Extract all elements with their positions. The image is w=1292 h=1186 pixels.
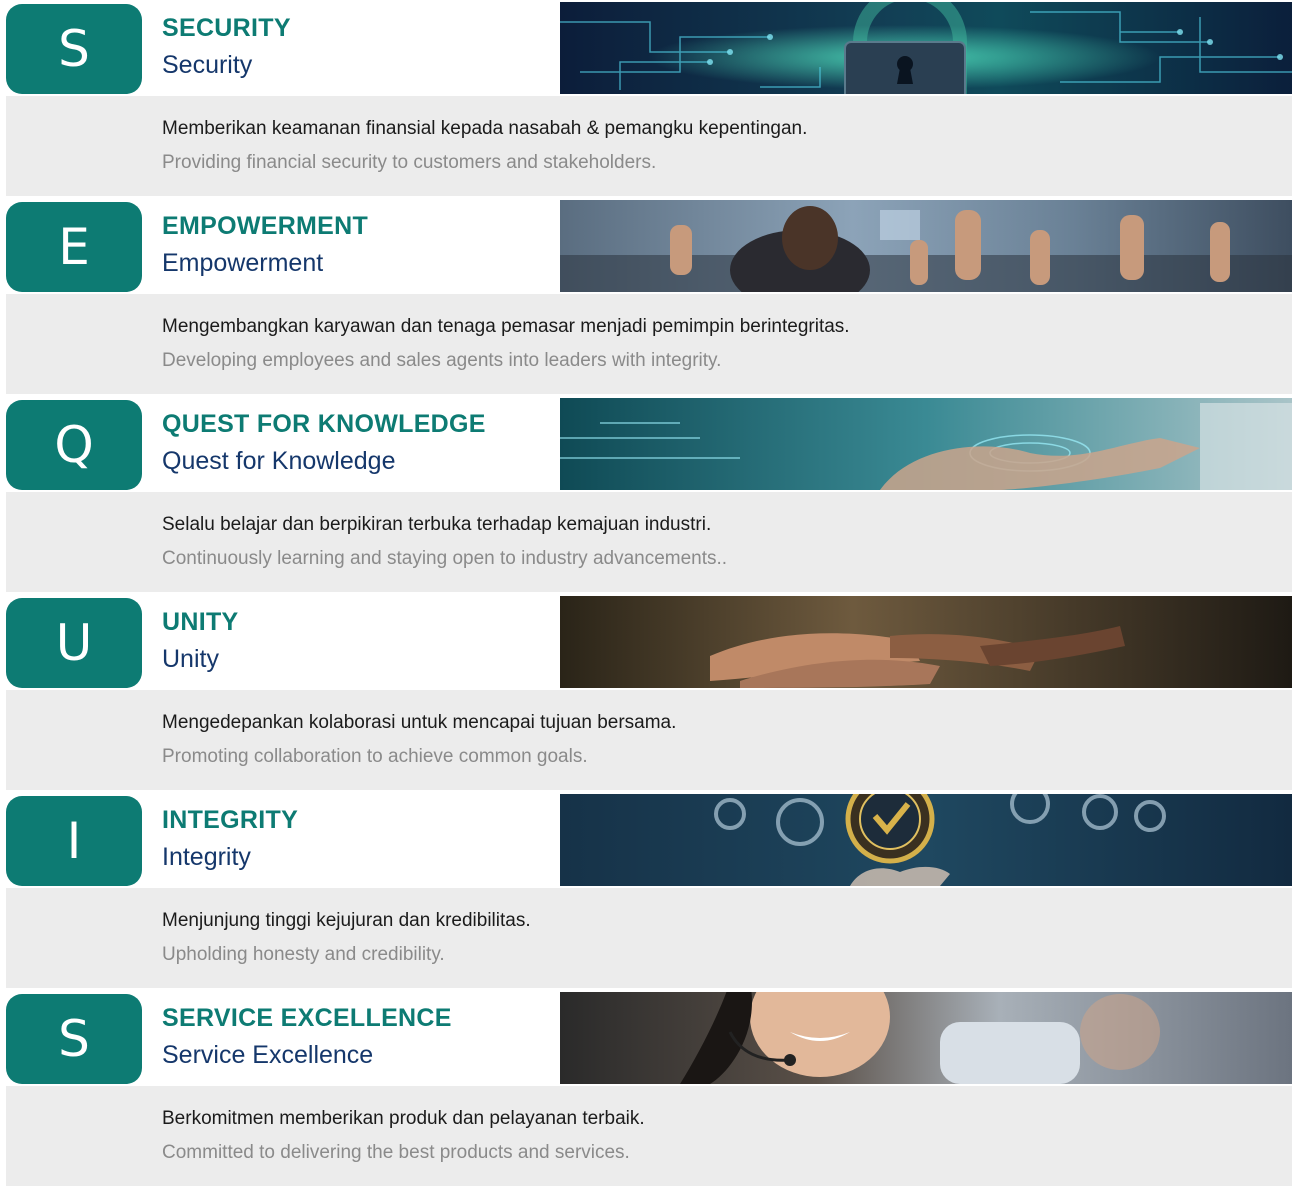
value-title-en: Service Excellence (162, 1041, 374, 1069)
value-description-id: Mengembangkan karyawan dan tenaga pemasa… (162, 316, 850, 337)
value-title-en: Unity (162, 645, 219, 673)
value-description-en: Committed to delivering the best product… (162, 1142, 630, 1163)
letter-badge: I (6, 796, 142, 886)
value-description-en: Providing financial security to customer… (162, 152, 657, 173)
value-description-panel: Mengembangkan karyawan dan tenaga pemasa… (6, 294, 1292, 394)
value-description-en: Upholding honesty and credibility. (162, 944, 445, 965)
value-title-id: SERVICE EXCELLENCE (162, 1004, 452, 1032)
value-security: S SECURITY Security Memberikan keamanan … (0, 0, 1292, 196)
value-empowerment: E EMPOWERMENT Empowerment Mengembangkan … (0, 198, 1292, 394)
gears-checkmark-badge-photo (560, 794, 1292, 886)
value-title-en: Security (162, 51, 253, 79)
call-center-agent-photo (560, 992, 1292, 1084)
value-header: E EMPOWERMENT Empowerment (0, 198, 1292, 294)
value-header: U UNITY Unity (0, 594, 1292, 690)
value-description-panel: Mengedepankan kolaborasi untuk mencapai … (6, 690, 1292, 790)
value-description-id: Selalu belajar dan berpikiran terbuka te… (162, 514, 712, 535)
letter-badge: S (6, 994, 142, 1084)
value-header: Q QUEST FOR KNOWLEDGE Quest for Knowledg… (0, 396, 1292, 492)
letter-badge: S (6, 4, 142, 94)
letter-badge: E (6, 202, 142, 292)
value-description-id: Memberikan keamanan finansial kepada nas… (162, 118, 808, 139)
value-title-id: QUEST FOR KNOWLEDGE (162, 410, 486, 438)
value-title-id: EMPOWERMENT (162, 212, 369, 240)
value-description-panel: Selalu belajar dan berpikiran terbuka te… (6, 492, 1292, 592)
value-service-excellence: S SERVICE EXCELLENCE Service Excellence (0, 990, 1292, 1186)
padlock-circuit-photo (560, 2, 1292, 94)
raised-fists-crowd-photo (560, 200, 1292, 292)
value-description-id: Berkomitmen memberikan produk dan pelaya… (162, 1108, 645, 1129)
letter-badge: Q (6, 400, 142, 490)
value-title-en: Quest for Knowledge (162, 447, 396, 475)
value-header: I INTEGRITY Integrity (0, 792, 1292, 888)
value-title-id: SECURITY (162, 14, 291, 42)
value-title-en: Empowerment (162, 249, 324, 277)
value-description-panel: Menjunjung tinggi kejujuran dan kredibil… (6, 888, 1292, 988)
value-title-id: INTEGRITY (162, 806, 299, 834)
value-description-en: Promoting collaboration to achieve commo… (162, 746, 588, 767)
value-description-en: Continuously learning and staying open t… (162, 548, 728, 569)
value-description-panel: Berkomitmen memberikan produk dan pelaya… (6, 1086, 1292, 1186)
value-description-id: Menjunjung tinggi kejujuran dan kredibil… (162, 910, 531, 931)
value-description-id: Mengedepankan kolaborasi untuk mencapai … (162, 712, 677, 733)
value-integrity: I INTEGRITY Integrity Menjunjung tinggi … (0, 792, 1292, 988)
value-quest-for-knowledge: Q QUEST FOR KNOWLEDGE Quest for Knowledg… (0, 396, 1292, 592)
letter-badge: U (6, 598, 142, 688)
value-description-en: Developing employees and sales agents in… (162, 350, 722, 371)
digital-hands-photo (560, 398, 1292, 490)
value-title-en: Integrity (162, 843, 251, 871)
value-header: S SECURITY Security (0, 0, 1292, 96)
value-description-panel: Memberikan keamanan finansial kepada nas… (6, 96, 1292, 196)
stacked-hands-photo (560, 596, 1292, 688)
value-unity: U UNITY Unity Mengedepankan kolaborasi u… (0, 594, 1292, 790)
value-header: S SERVICE EXCELLENCE Service Excellence (0, 990, 1292, 1086)
value-title-id: UNITY (162, 608, 239, 636)
